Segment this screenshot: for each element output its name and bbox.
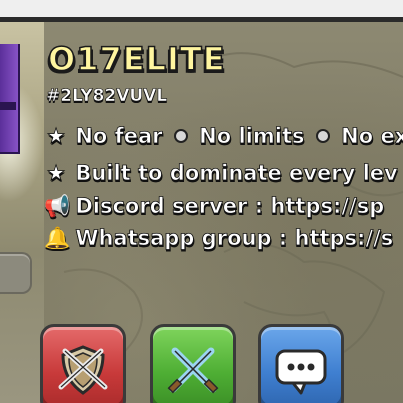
side-tab-button[interactable] bbox=[0, 252, 32, 294]
shield-swords-icon bbox=[58, 345, 108, 395]
description-line-4: 🔔 Whatsapp group : https://s bbox=[44, 226, 394, 251]
description-text: Built to dominate every lev bbox=[75, 161, 398, 186]
clan-tag: #2LY82VUVL bbox=[46, 86, 168, 107]
bullet-dot-icon bbox=[173, 129, 188, 143]
clan-badge bbox=[0, 44, 20, 154]
star-icon: ★ bbox=[46, 161, 66, 186]
description-line-3: 📢 Discord server : https://sp bbox=[44, 194, 385, 219]
crossed-swords-icon bbox=[167, 347, 219, 394]
bell-icon: 🔔 bbox=[44, 226, 71, 251]
clan-profile-screen: O17ELITE #2LY82VUVL ★ No fear No limits … bbox=[0, 0, 403, 403]
chat-bubble-icon bbox=[275, 349, 327, 395]
chat-button[interactable] bbox=[258, 324, 344, 403]
description-text: No fear bbox=[75, 124, 163, 149]
description-line-2: ★ Built to dominate every lev bbox=[44, 161, 398, 186]
description-line-1: ★ No fear No limits No exc bbox=[44, 124, 403, 149]
description-text: Whatsapp group : https://s bbox=[75, 226, 394, 251]
friendly-challenge-button[interactable] bbox=[150, 324, 236, 403]
description-text: Discord server : https://sp bbox=[75, 194, 385, 219]
clan-war-button[interactable] bbox=[40, 324, 126, 403]
star-icon: ★ bbox=[46, 124, 66, 149]
description-text: No limits bbox=[199, 124, 305, 149]
bullet-dot-icon bbox=[315, 129, 330, 143]
left-side-panel bbox=[0, 22, 44, 403]
clan-name: O17ELITE bbox=[47, 39, 226, 79]
megaphone-icon: 📢 bbox=[44, 194, 71, 219]
description-text: No exc bbox=[341, 124, 403, 149]
